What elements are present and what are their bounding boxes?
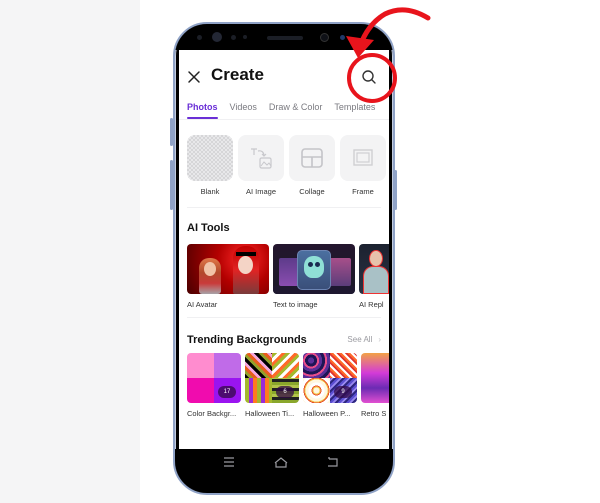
count-badge: 9 [334,386,352,398]
trending-backgrounds-title: Trending Backgrounds [187,334,307,346]
recent-apps-icon[interactable] [221,455,237,469]
quick-tile [340,135,386,181]
background-label: Halloween P... [303,409,351,418]
sensor-dot [197,35,202,40]
see-all-label: See All [347,335,373,344]
color-backgrounds-thumbnail: 17 [187,353,241,403]
ai-tool-text-to-image[interactable]: Text to image [273,244,355,309]
close-icon[interactable] [187,70,201,84]
quick-action-frame[interactable]: Frame [340,135,386,196]
background-halloween-patterns[interactable]: 9 Halloween P... [303,353,357,418]
count-badge: 6 [276,386,294,398]
tab-templates[interactable]: Templates [334,102,375,119]
app-screen: Create Photos Videos Draw & Color Templates… [179,50,389,449]
collage-icon [301,148,323,168]
ai-tool-ai-avatar[interactable]: AI Avatar [187,244,269,309]
ai-tools-title: AI Tools [187,222,230,234]
create-header: Create [179,64,389,92]
quick-action-label: Blank [200,187,220,196]
iris-scanner [320,33,329,42]
checkerboard-icon [187,135,233,181]
quick-action-blank[interactable]: Blank [187,135,233,196]
sensor-dot [340,35,345,40]
category-tabs: Photos Videos Draw & Color Templates [187,102,387,119]
front-camera [212,32,222,42]
background-label: Color Backgr... [187,409,237,418]
ai-tool-ai-replace[interactable]: AI Repl [359,244,389,309]
back-icon[interactable] [325,455,341,469]
quick-action-collage[interactable]: Collage [289,135,335,196]
chevron-right-icon: › [378,335,381,344]
quick-tile [238,135,284,181]
text-to-image-icon [251,148,272,169]
earpiece-speaker [267,36,303,40]
tabs-divider [179,119,389,120]
section-divider [187,317,381,318]
halloween-patterns-thumbnail: 9 [303,353,357,403]
quick-action-label: Frame [352,187,374,196]
ai-tool-label: Text to image [273,300,318,309]
background-halloween-tiles[interactable]: 6 Halloween Ti... [245,353,299,418]
quick-action-label: AI Image [245,187,276,196]
search-icon[interactable] [361,69,377,85]
text-to-image-thumbnail [273,244,355,294]
ai-avatar-thumbnail [187,244,269,294]
quick-tile [289,135,335,181]
quick-action-label: Collage [299,187,325,196]
page-background-left [0,0,140,503]
phone-top-bezel [175,24,393,50]
frame-icon [353,149,373,166]
ai-replace-thumbnail [359,244,389,294]
background-retro[interactable]: Retro S [361,353,389,418]
quick-actions-row: Blank AI Image Collage Frame [187,135,389,196]
sensor-dot [243,35,247,39]
ai-tools-row: AI Avatar Text to image AI Repl [187,244,389,309]
see-all-link[interactable]: See All › [347,335,381,344]
background-color-backgrounds[interactable]: 17 Color Backgr... [187,353,241,418]
tab-draw-and-color[interactable]: Draw & Color [269,102,323,119]
quick-action-ai-image[interactable]: AI Image [238,135,284,196]
count-badge: 17 [218,386,236,398]
background-label: Halloween Ti... [245,409,295,418]
retro-thumbnail [361,353,389,403]
ai-tool-label: AI Avatar [187,300,218,309]
sensor-dot [231,35,236,40]
tab-photos[interactable]: Photos [187,102,218,119]
phone-frame: Create Photos Videos Draw & Color Templates… [173,22,395,495]
section-divider [187,207,381,208]
page-title: Create [211,65,264,84]
trending-backgrounds-row: 17 Color Backgr... 6 Halloween Ti... 9 H… [187,353,389,418]
tab-videos[interactable]: Videos [230,102,257,119]
home-icon[interactable] [273,455,289,469]
ai-tool-label: AI Repl [359,300,384,309]
background-label: Retro S [361,409,387,418]
halloween-tiles-thumbnail: 6 [245,353,299,403]
android-navigation-bar [175,449,393,493]
